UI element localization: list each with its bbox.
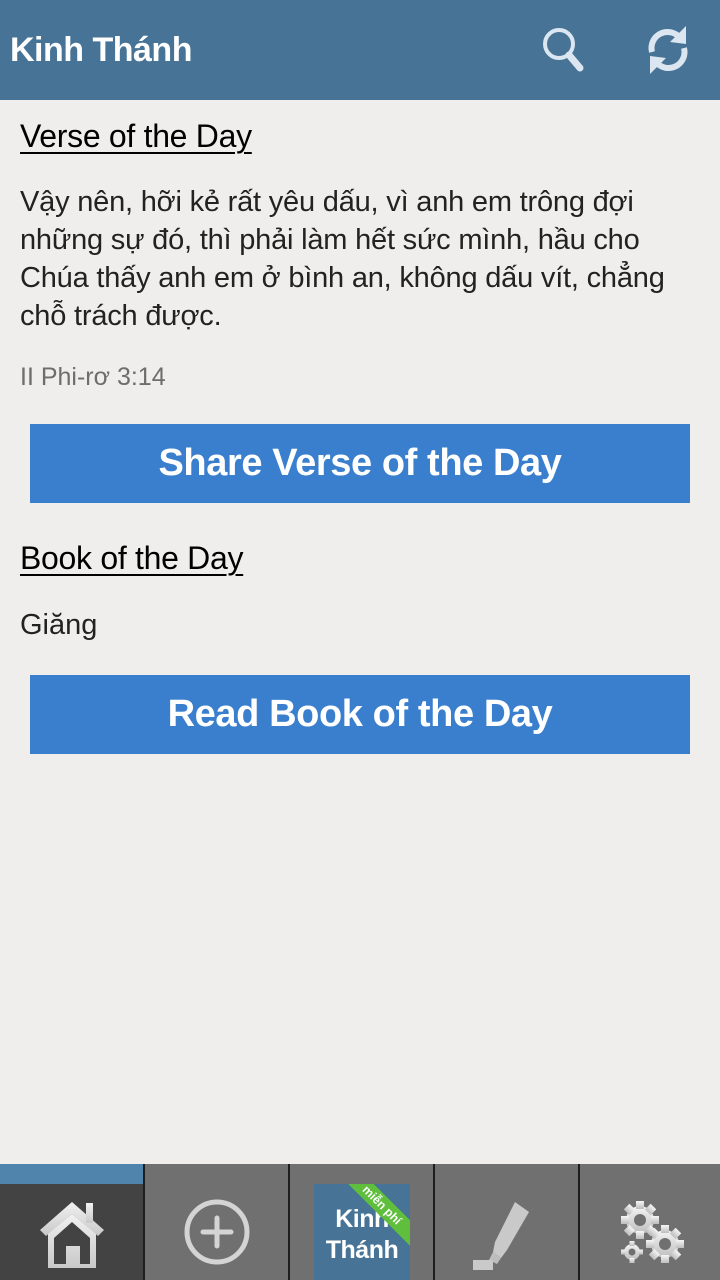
read-book-button[interactable]: Read Book of the Day (30, 675, 690, 754)
action-bar: Kinh Thánh (0, 0, 720, 100)
tab-add[interactable] (145, 1164, 290, 1280)
verse-reference: II Phi-rơ 3:14 (20, 363, 166, 391)
app-logo: Kinh Thánh miễn phí (314, 1184, 410, 1280)
search-icon (543, 28, 584, 72)
tab-bible[interactable]: Kinh Thánh miễn phí (290, 1164, 435, 1280)
refresh-icon (648, 26, 688, 74)
verse-of-day-heading: Verse of the Day (20, 118, 252, 154)
tab-home[interactable] (0, 1164, 145, 1280)
gears-icon (610, 1194, 690, 1274)
bottom-nav: Kinh Thánh miễn phí (0, 1164, 720, 1280)
book-of-day-heading: Book of the Day (20, 540, 244, 576)
app-title: Kinh Thánh (10, 31, 192, 69)
book-of-day-name: Giăng (20, 609, 98, 641)
share-verse-button[interactable]: Share Verse of the Day (30, 424, 690, 503)
add-circle-icon (177, 1194, 257, 1274)
search-button[interactable] (534, 20, 594, 80)
active-tab-indicator (0, 1164, 143, 1184)
verse-text: Vậy nên, hỡi kẻ rất yêu dấu, vì anh em t… (20, 186, 665, 332)
tab-highlight[interactable] (435, 1164, 580, 1280)
home-icon (32, 1194, 112, 1274)
highlighter-icon (467, 1194, 547, 1274)
tab-settings[interactable] (580, 1164, 720, 1280)
logo-line-2: Thánh (325, 1236, 399, 1264)
refresh-button[interactable] (638, 20, 698, 80)
